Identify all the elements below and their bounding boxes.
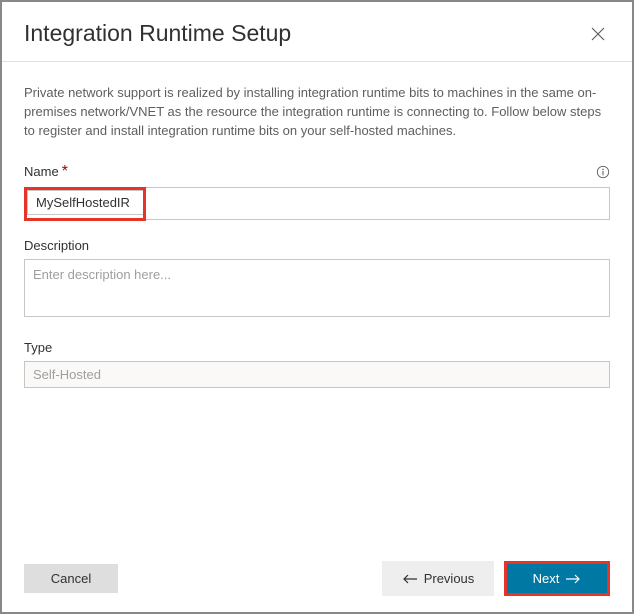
next-label: Next — [533, 571, 560, 586]
field-name: Name* MySelfHostedIR — [24, 163, 610, 220]
dialog-footer: Cancel Previous Next — [2, 547, 632, 612]
description-input[interactable] — [24, 259, 610, 317]
name-input[interactable]: MySelfHostedIR — [24, 187, 610, 220]
type-input — [24, 361, 610, 388]
field-description: Description — [24, 238, 610, 322]
name-value: MySelfHostedIR — [27, 190, 143, 215]
description-label: Description — [24, 238, 89, 253]
arrow-left-icon — [402, 574, 418, 584]
dialog-title: Integration Runtime Setup — [24, 20, 291, 47]
field-type: Type — [24, 340, 610, 388]
cancel-label: Cancel — [51, 571, 91, 586]
previous-label: Previous — [424, 571, 475, 586]
close-icon — [591, 27, 605, 41]
cancel-button[interactable]: Cancel — [24, 564, 118, 593]
name-input-remainder — [143, 187, 610, 220]
required-asterisk: * — [62, 163, 68, 180]
previous-button[interactable]: Previous — [382, 561, 494, 596]
name-label: Name — [24, 164, 59, 179]
close-button[interactable] — [586, 22, 610, 46]
next-highlight-box: Next — [504, 561, 610, 596]
info-icon[interactable] — [596, 165, 610, 179]
dialog-header: Integration Runtime Setup — [2, 2, 632, 61]
type-label: Type — [24, 340, 52, 355]
arrow-right-icon — [565, 574, 581, 584]
next-button[interactable]: Next — [507, 564, 607, 593]
name-highlight-box: MySelfHostedIR — [24, 187, 146, 221]
dialog-body: Private network support is realized by i… — [2, 62, 632, 388]
intro-text: Private network support is realized by i… — [24, 84, 610, 141]
